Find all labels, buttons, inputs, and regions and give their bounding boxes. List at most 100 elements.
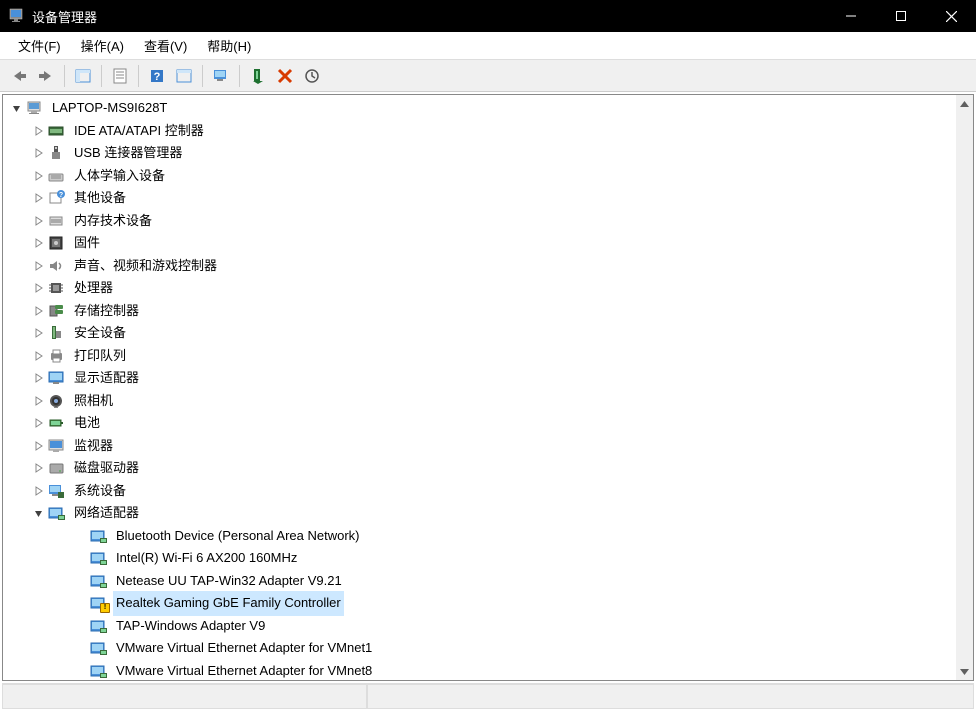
tree-item[interactable]: 系统设备 (3, 480, 956, 503)
tree-item[interactable]: 固件 (3, 232, 956, 255)
expand-icon[interactable] (31, 213, 47, 229)
disable-device-button[interactable] (272, 63, 298, 89)
netadapter-icon (89, 662, 109, 680)
tree-item[interactable]: !Realtek Gaming GbE Family Controller (3, 592, 956, 615)
toolbar-separator (239, 65, 240, 87)
expand-icon[interactable] (31, 123, 47, 139)
expand-icon[interactable] (31, 370, 47, 386)
close-button[interactable] (926, 0, 976, 32)
app-icon (8, 8, 24, 24)
tree-item[interactable]: VMware Virtual Ethernet Adapter for VMne… (3, 637, 956, 660)
netadapter-icon (89, 572, 109, 590)
vertical-scrollbar[interactable] (956, 95, 973, 680)
forward-button[interactable] (33, 63, 59, 89)
tree-item[interactable]: 磁盘驱动器 (3, 457, 956, 480)
collapse-icon[interactable] (31, 505, 47, 521)
tree-item-label: VMware Virtual Ethernet Adapter for VMne… (113, 659, 375, 681)
memory-icon (47, 212, 67, 230)
toolbar-separator (138, 65, 139, 87)
network-icon (47, 504, 67, 522)
tree-item[interactable]: Bluetooth Device (Personal Area Network) (3, 525, 956, 548)
tree-item[interactable]: 声音、视频和游戏控制器 (3, 255, 956, 278)
tree-item-label: USB 连接器管理器 (71, 141, 185, 166)
tree-item[interactable]: 监视器 (3, 435, 956, 458)
expand-icon[interactable] (31, 483, 47, 499)
tree-item[interactable]: TAP-Windows Adapter V9 (3, 615, 956, 638)
tree-item[interactable]: 内存技术设备 (3, 210, 956, 233)
tree-item[interactable]: 网络适配器 (3, 502, 956, 525)
netadapter-icon (89, 617, 109, 635)
tree-item[interactable]: 处理器 (3, 277, 956, 300)
tree-item[interactable]: Netease UU TAP-Win32 Adapter V9.21 (3, 570, 956, 593)
tree-item[interactable]: 照相机 (3, 390, 956, 413)
tree-item-label: 显示适配器 (71, 366, 142, 391)
tree-item[interactable]: Intel(R) Wi-Fi 6 AX200 160MHz (3, 547, 956, 570)
tree-item[interactable]: 人体学输入设备 (3, 165, 956, 188)
expand-icon[interactable] (31, 145, 47, 161)
tree-item[interactable]: 打印队列 (3, 345, 956, 368)
expand-icon[interactable] (31, 303, 47, 319)
scroll-up-arrow[interactable] (956, 95, 973, 112)
system-icon (47, 482, 67, 500)
expand-icon[interactable] (31, 235, 47, 251)
expand-icon[interactable] (31, 280, 47, 296)
back-button[interactable] (6, 63, 32, 89)
battery-icon (47, 414, 67, 432)
expand-icon[interactable] (31, 168, 47, 184)
expand-icon[interactable] (31, 348, 47, 364)
scroll-down-arrow[interactable] (956, 663, 973, 680)
no-expand-icon (73, 528, 89, 544)
enable-device-button[interactable] (245, 63, 271, 89)
tree-item-label: 存储控制器 (71, 299, 142, 324)
tree-item[interactable]: 显示适配器 (3, 367, 956, 390)
expand-icon[interactable] (31, 460, 47, 476)
tree-item[interactable]: VMware Virtual Ethernet Adapter for VMne… (3, 660, 956, 681)
netadapter-icon: ! (89, 594, 109, 612)
tree-item-label: 照相机 (71, 389, 116, 414)
tree-item-label: TAP-Windows Adapter V9 (113, 614, 268, 639)
no-expand-icon (73, 618, 89, 634)
menu-action[interactable]: 操作(A) (71, 33, 134, 58)
tree-item-label: Realtek Gaming GbE Family Controller (113, 591, 344, 616)
expand-icon[interactable] (31, 258, 47, 274)
content-area: LAPTOP-MS9I628TIDE ATA/ATAPI 控制器USB 连接器管… (0, 92, 976, 711)
tree-item-label: Bluetooth Device (Personal Area Network) (113, 524, 363, 549)
maximize-button[interactable] (876, 0, 926, 32)
tree-item-label: 人体学输入设备 (71, 164, 168, 189)
expand-icon[interactable] (31, 325, 47, 341)
help-button[interactable]: ? (144, 63, 170, 89)
expand-icon[interactable] (31, 438, 47, 454)
expand-icon[interactable] (31, 190, 47, 206)
tree-item-label: 声音、视频和游戏控制器 (71, 254, 220, 279)
menu-file[interactable]: 文件(F) (8, 33, 71, 58)
no-expand-icon (73, 550, 89, 566)
tree-item[interactable]: 存储控制器 (3, 300, 956, 323)
expand-icon[interactable] (31, 415, 47, 431)
disk-icon (47, 459, 67, 477)
menu-help[interactable]: 帮助(H) (197, 33, 261, 58)
tree-item-label: 安全设备 (71, 321, 129, 346)
properties-button[interactable] (107, 63, 133, 89)
no-expand-icon (73, 573, 89, 589)
tree-item[interactable]: ?其他设备 (3, 187, 956, 210)
collapse-icon[interactable] (9, 100, 25, 116)
tree-item[interactable]: IDE ATA/ATAPI 控制器 (3, 120, 956, 143)
tree-item[interactable]: USB 连接器管理器 (3, 142, 956, 165)
camera-icon (47, 392, 67, 410)
expand-icon[interactable] (31, 393, 47, 409)
netadapter-icon (89, 549, 109, 567)
tree-item[interactable]: 电池 (3, 412, 956, 435)
tree-item[interactable]: LAPTOP-MS9I628T (3, 97, 956, 120)
sound-icon (47, 257, 67, 275)
scan-hardware-button[interactable] (208, 63, 234, 89)
update-driver-button[interactable] (299, 63, 325, 89)
device-tree[interactable]: LAPTOP-MS9I628TIDE ATA/ATAPI 控制器USB 连接器管… (3, 95, 956, 680)
netadapter-icon (89, 527, 109, 545)
minimize-button[interactable] (826, 0, 876, 32)
menu-view[interactable]: 查看(V) (134, 33, 197, 58)
tree-item[interactable]: 安全设备 (3, 322, 956, 345)
tree-item-label: 电池 (71, 411, 103, 436)
action-button[interactable] (171, 63, 197, 89)
svg-text:?: ? (154, 71, 161, 83)
show-hide-tree-button[interactable] (70, 63, 96, 89)
